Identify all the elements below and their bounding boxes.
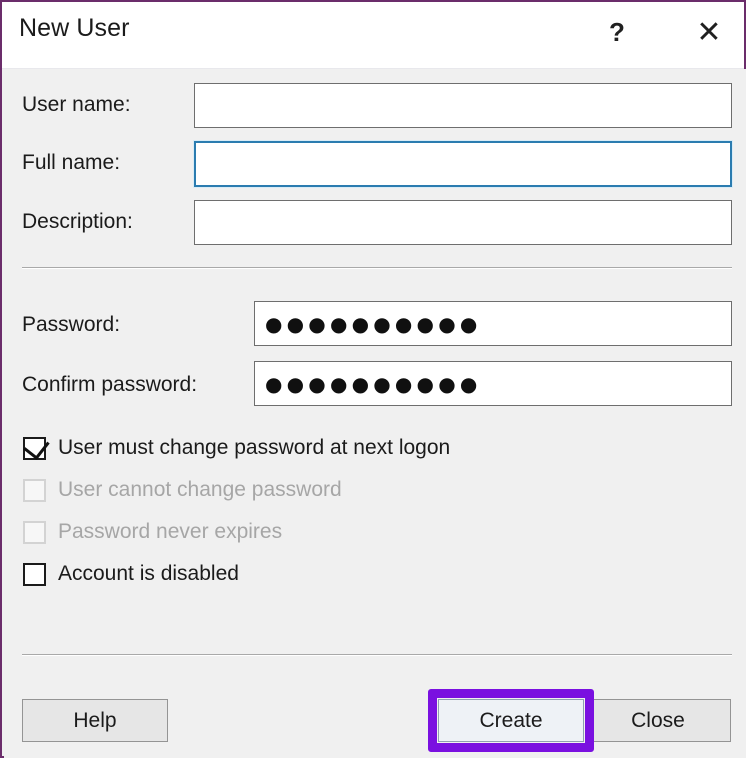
fullname-label: Full name: bbox=[22, 151, 121, 174]
description-label: Description: bbox=[22, 210, 133, 233]
field-row-username: User name: bbox=[4, 79, 746, 128]
fullname-input[interactable] bbox=[194, 141, 732, 187]
field-row-fullname: Full name: bbox=[4, 137, 746, 187]
checkbox-label: User cannot change password bbox=[58, 478, 342, 501]
new-user-dialog: New User ? ✕ User name: Full name: Descr… bbox=[0, 0, 746, 758]
create-button[interactable]: Create bbox=[438, 699, 584, 742]
checkbox-label: Account is disabled bbox=[58, 562, 239, 585]
checkbox-label: User must change password at next logon bbox=[58, 436, 451, 459]
password-label: Password: bbox=[22, 313, 121, 336]
help-button[interactable]: Help bbox=[22, 699, 168, 742]
checkbox-password-never-expires: Password never expires bbox=[23, 517, 282, 547]
window-title: New User bbox=[19, 14, 130, 42]
close-icon[interactable]: ✕ bbox=[686, 10, 732, 54]
username-input[interactable] bbox=[194, 83, 732, 128]
help-icon[interactable]: ? bbox=[594, 10, 640, 54]
username-label: User name: bbox=[22, 93, 131, 116]
checkbox-cannot-change-password: User cannot change password bbox=[23, 475, 342, 505]
field-row-confirm-password: Confirm password: ●●●●●●●●●● bbox=[4, 359, 746, 407]
checkbox-account-disabled[interactable]: Account is disabled bbox=[23, 559, 239, 589]
checkbox-unchecked-icon[interactable] bbox=[23, 562, 46, 586]
password-value: ●●●●●●●●●● bbox=[265, 311, 482, 336]
checkbox-unchecked-icon bbox=[23, 520, 46, 544]
password-input[interactable]: ●●●●●●●●●● bbox=[254, 301, 732, 346]
checkbox-checked-icon[interactable] bbox=[23, 432, 50, 460]
titlebar: New User ? ✕ bbox=[2, 2, 744, 69]
confirm-password-label: Confirm password: bbox=[22, 373, 198, 396]
description-input[interactable] bbox=[194, 200, 732, 245]
checkbox-unchecked-icon bbox=[23, 478, 46, 502]
checkbox-must-change-password[interactable]: User must change password at next logon bbox=[23, 432, 451, 463]
field-row-description: Description: bbox=[4, 196, 746, 245]
separator-top bbox=[22, 267, 732, 268]
dialog-body: User name: Full name: Description: Passw… bbox=[4, 69, 746, 758]
confirm-password-value: ●●●●●●●●●● bbox=[265, 371, 482, 396]
checkbox-label: Password never expires bbox=[58, 520, 283, 543]
field-row-password: Password: ●●●●●●●●●● bbox=[4, 299, 746, 347]
separator-bottom bbox=[22, 654, 732, 655]
close-button[interactable]: Close bbox=[585, 699, 731, 742]
confirm-password-input[interactable]: ●●●●●●●●●● bbox=[254, 361, 732, 406]
